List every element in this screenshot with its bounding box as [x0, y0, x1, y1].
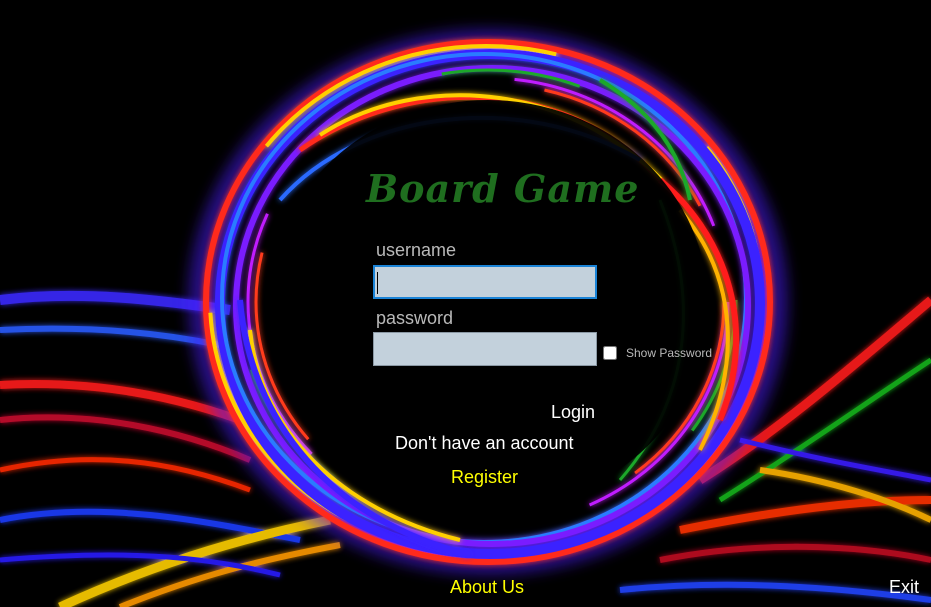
show-password-label[interactable]: Show Password — [626, 346, 712, 360]
about-us-link[interactable]: About Us — [450, 577, 524, 598]
exit-button[interactable]: Exit — [889, 577, 919, 598]
username-label: username — [376, 240, 457, 260]
login-window: Board Game username password Show Passwo… — [0, 0, 931, 607]
no-account-text: Don't have an account — [395, 433, 574, 453]
app-title: Board Game — [366, 166, 640, 211]
username-input[interactable] — [373, 265, 597, 299]
login-button[interactable]: Login — [551, 402, 595, 423]
text-caret — [377, 272, 378, 294]
background-swirl-art — [0, 29, 931, 607]
password-label: password — [376, 308, 454, 328]
password-input[interactable] — [373, 332, 597, 366]
show-password-checkbox[interactable] — [603, 346, 617, 360]
register-link[interactable]: Register — [451, 467, 518, 488]
